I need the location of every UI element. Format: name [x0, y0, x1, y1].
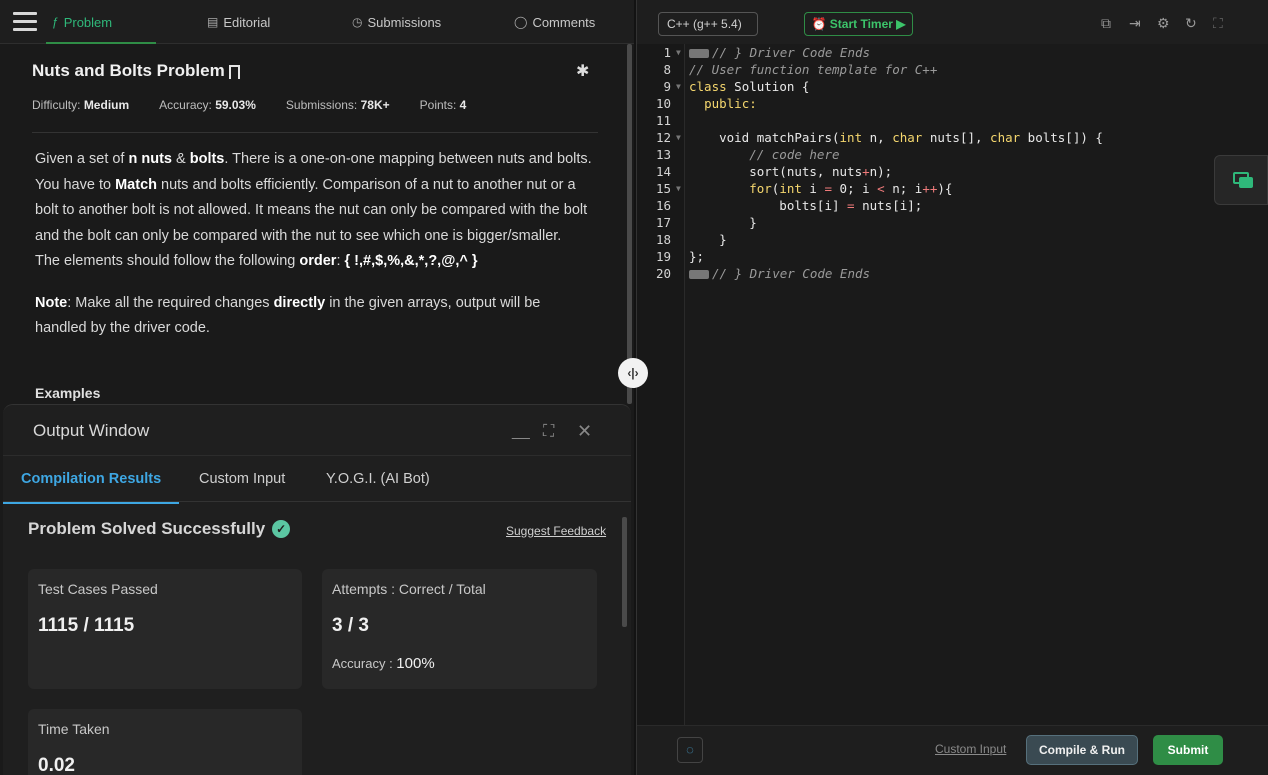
test-cases-value: 1115 / 1115: [38, 615, 135, 636]
code-line: 18 }: [655, 232, 727, 247]
check-circle-icon: ✓: [272, 520, 291, 538]
fold-arrow-icon: ▼: [676, 133, 681, 142]
output-window-title: Output Window: [33, 421, 150, 440]
time-taken-value: 0.02: [38, 755, 75, 775]
examples-heading: Examples: [35, 385, 101, 401]
code-line: 16 bolts[i] = nuts[i];: [655, 198, 923, 213]
custom-input-link[interactable]: Custom Input: [935, 742, 1006, 756]
editor-toolbar: C++ (g++ 5.4) ⏰ Start Timer ▶ ⧉ ⇥ ⚙ ↻ ⛶: [637, 0, 1268, 44]
problem-pane: ƒ Problem ▤ Editorial ◷ Submissions ◯ Commen…: [0, 0, 634, 775]
fold-arrow-icon: ▼: [676, 184, 681, 193]
code-line: 11: [655, 113, 671, 128]
collapsed-code-icon: [689, 49, 709, 58]
app: ƒ Problem ▤ Editorial ◷ Submissions ◯ Commen…: [0, 0, 1268, 775]
code-line: 10 public:: [655, 96, 757, 111]
points-value: 4: [459, 98, 467, 112]
export-icon[interactable]: ⇥: [1129, 15, 1141, 32]
attempts-card: Attempts : Correct / Total 3 / 3 Accurac…: [322, 569, 597, 689]
language-select[interactable]: C++ (g++ 5.4): [658, 12, 758, 36]
copy-icon[interactable]: ⧉: [1101, 15, 1111, 32]
tab-yogi-ai-bot[interactable]: Y.O.G.I. (AI Bot): [326, 456, 430, 503]
code-line: 17 }: [655, 215, 757, 230]
collapsed-code-icon: [689, 270, 709, 279]
tab-comments[interactable]: ◯ Comments: [514, 0, 595, 44]
tab-custom-input[interactable]: Custom Input: [199, 456, 285, 503]
output-tabs: Compilation Results Custom Input Y.O.G.I…: [3, 455, 631, 504]
code-line: 19};: [655, 249, 705, 264]
problem-nav: ƒ Problem ▤ Editorial ◷ Submissions ◯ Commen…: [0, 0, 634, 44]
tab-problem[interactable]: ƒ Problem: [45, 0, 157, 44]
submissions-value: 78K+: [360, 98, 390, 112]
editor-pane: C++ (g++ 5.4) ⏰ Start Timer ▶ ⧉ ⇥ ⚙ ↻ ⛶ …: [636, 0, 1268, 775]
code-icon: ƒ: [52, 15, 59, 29]
fullscreen-icon[interactable]: ⛶: [543, 423, 554, 441]
code-line: 15 ▼ for(int i = 0; i < n; i++){: [655, 181, 953, 196]
code-line: 20// } Driver Code Ends: [655, 266, 871, 281]
code-editor[interactable]: 1 ▼// } Driver Code Ends 8// User functio…: [637, 44, 1268, 725]
status-message: Problem Solved Successfully ✓: [28, 519, 291, 539]
problem-meta: Difficulty: Medium Accuracy: 59.03% Subm…: [32, 98, 467, 112]
output-scrollbar[interactable]: [622, 517, 627, 627]
bug-report-icon[interactable]: ✱: [576, 61, 589, 81]
editor-footer: ◌ Custom Input Compile & Run Submit: [637, 725, 1268, 775]
compile-run-button[interactable]: Compile & Run: [1026, 735, 1138, 765]
output-window: Output Window __ ⛶ ✕ Compilation Results…: [3, 404, 631, 775]
problem-description: Given a set of n nuts & bolts. There is …: [35, 151, 592, 336]
time-taken-card: Time Taken 0.02: [28, 709, 302, 775]
code-line: 1 ▼// } Driver Code Ends: [663, 45, 871, 60]
problem-title: Nuts and Bolts Problem: [32, 61, 240, 81]
suggest-feedback-link[interactable]: Suggest Feedback: [506, 524, 606, 538]
divider: [32, 132, 598, 133]
play-icon: ▶: [896, 17, 906, 31]
test-cases-card: Test Cases Passed 1115 / 1115: [28, 569, 302, 689]
menu-icon[interactable]: [13, 12, 37, 32]
close-icon[interactable]: ✕: [577, 421, 592, 442]
start-timer-button[interactable]: ⏰ Start Timer ▶: [804, 12, 913, 36]
pane-resize-handle[interactable]: ‹|›: [618, 358, 648, 388]
fullscreen-editor-icon[interactable]: ⛶: [1213, 15, 1223, 32]
tab-compilation-results[interactable]: Compilation Results: [3, 456, 180, 504]
problem-statement: Nuts and Bolts Problem ✱ Difficulty: Med…: [0, 44, 626, 404]
reset-icon[interactable]: ↻: [1185, 15, 1197, 32]
bookmark-icon[interactable]: [228, 65, 240, 79]
difficulty-value: Medium: [83, 98, 130, 112]
fold-arrow-icon: ▼: [676, 48, 681, 57]
chat-icon-button[interactable]: [1214, 155, 1268, 205]
clock-icon: ◷: [352, 15, 363, 29]
minimize-icon[interactable]: __: [512, 423, 530, 441]
accuracy-line: Accuracy : 100%: [332, 655, 435, 672]
code-line: 9 ▼ class Solution {: [663, 79, 810, 94]
code-line: 12 ▼ void matchPairs(int n, char nuts[], …: [655, 130, 1103, 145]
alarm-icon: ⏰: [811, 17, 827, 31]
code-line: 13 // code here: [655, 147, 840, 162]
problem-scrollbar[interactable]: [627, 44, 632, 404]
hint-bulb-icon[interactable]: ◌: [677, 737, 703, 763]
code-line: 14 sort(nuts, nuts+n);: [655, 164, 893, 179]
attempts-value: 3 / 3: [332, 615, 369, 636]
tab-submissions[interactable]: ◷ Submissions: [352, 0, 441, 44]
submit-button[interactable]: Submit: [1153, 735, 1223, 765]
document-icon: ▤: [207, 15, 219, 29]
code-line: 8// User function template for C++: [663, 62, 938, 77]
fold-arrow-icon: ▼: [676, 82, 681, 91]
accuracy-value: 59.03%: [215, 98, 256, 112]
gear-icon[interactable]: ⚙: [1157, 15, 1170, 32]
tab-editorial[interactable]: ▤ Editorial: [207, 0, 270, 44]
chat-icon: ◯: [514, 15, 528, 29]
